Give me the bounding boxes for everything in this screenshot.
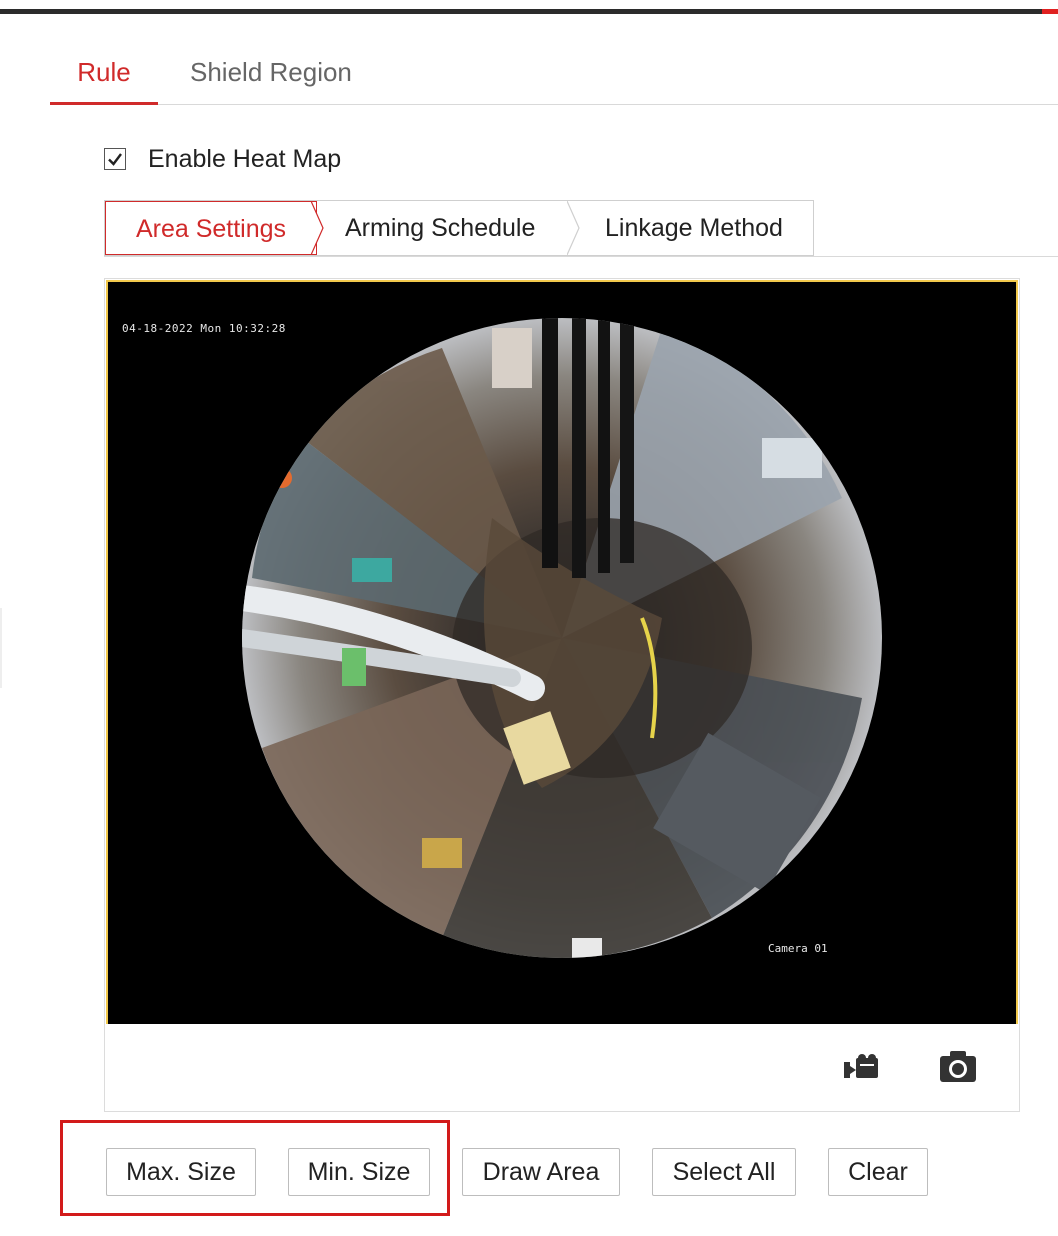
subtab-separator-icon: [311, 201, 324, 255]
top-bar-accent: [1042, 9, 1058, 14]
osd-camera-label: Camera 01: [768, 942, 828, 955]
top-bar-dark: [0, 9, 1042, 14]
enable-heat-map-label: Enable Heat Map: [148, 144, 342, 173]
draw-area-button[interactable]: Draw Area: [462, 1148, 620, 1196]
subtab-separator-icon: [567, 201, 580, 255]
live-video-view[interactable]: 04-18-2022 Mon 10:32:28 Camera 01: [106, 280, 1018, 1024]
edge-divider: [0, 608, 2, 688]
video-record-icon[interactable]: [842, 1052, 882, 1082]
subtab-linkage-method[interactable]: Linkage Method: [605, 201, 783, 255]
subtab-area-settings[interactable]: Area Settings: [105, 201, 317, 255]
enable-heat-map-row: Enable Heat Map: [104, 142, 341, 176]
rule-tabs: Rule Shield Region: [50, 50, 1058, 105]
camera-snapshot-icon[interactable]: [938, 1048, 978, 1084]
select-all-button[interactable]: Select All: [652, 1148, 796, 1196]
checkmark-icon: [108, 153, 122, 166]
subtab-group: Area Settings Arming Schedule Linkage Me…: [104, 200, 814, 256]
clear-button[interactable]: Clear: [828, 1148, 928, 1196]
enable-heat-map-checkbox[interactable]: [104, 148, 126, 170]
subtab-arming-schedule[interactable]: Arming Schedule: [345, 201, 535, 255]
min-size-button[interactable]: Min. Size: [288, 1148, 430, 1196]
fisheye-scene: [242, 318, 862, 958]
tab-shield-region[interactable]: Shield Region: [190, 50, 352, 102]
fisheye-image: [242, 318, 882, 958]
top-bar: [0, 0, 1058, 14]
settings-subtabs: Area Settings Arming Schedule Linkage Me…: [104, 200, 1058, 257]
max-size-button[interactable]: Max. Size: [106, 1148, 256, 1196]
tab-rule[interactable]: Rule: [50, 50, 158, 105]
